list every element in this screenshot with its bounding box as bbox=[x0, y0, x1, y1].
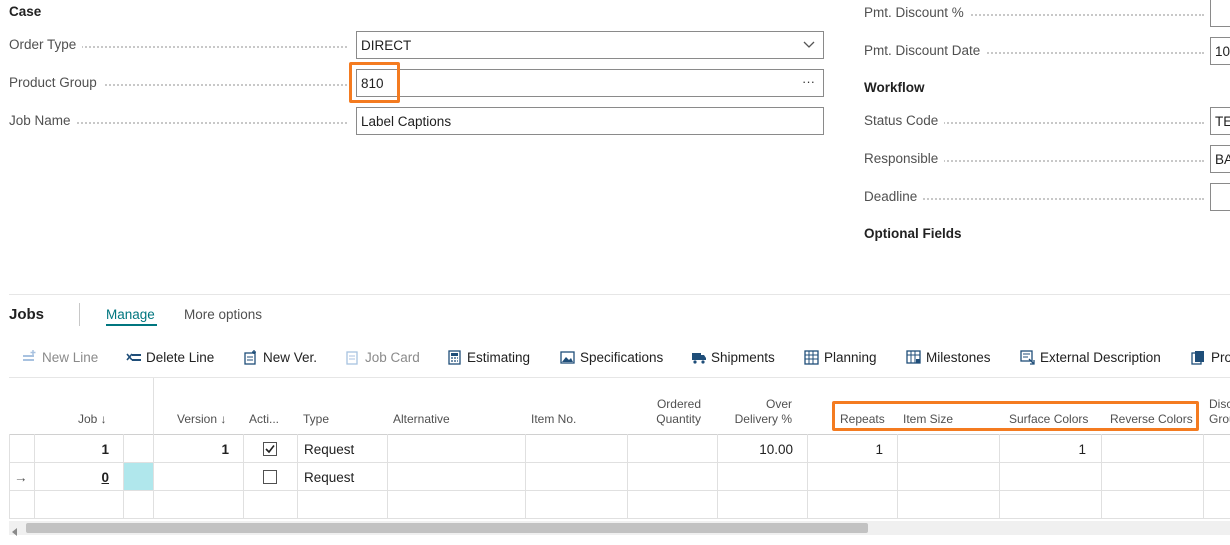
pmt-discount-date-input[interactable]: 10 bbox=[1210, 37, 1230, 65]
section-title-case: Case bbox=[9, 4, 42, 19]
job-name-value: Label Captions bbox=[361, 114, 452, 129]
estimating-button[interactable]: Estimating bbox=[447, 346, 530, 368]
scrollbar-thumb[interactable] bbox=[26, 523, 868, 533]
grid-col-line bbox=[387, 434, 388, 518]
pmt-discount-input[interactable] bbox=[1210, 0, 1230, 27]
column-header-ordered-quantity[interactable]: Ordered Quantity bbox=[656, 397, 701, 426]
cell-surface-colors[interactable]: 1 bbox=[999, 435, 1086, 463]
grid-col-line bbox=[297, 434, 298, 518]
grid-row-line-2 bbox=[9, 490, 1230, 491]
delete-line-button[interactable]: Delete Line bbox=[126, 346, 214, 368]
job-name-input[interactable]: Label Captions bbox=[356, 107, 824, 135]
delete-line-icon bbox=[126, 350, 141, 365]
new-line-button[interactable]: New Line bbox=[22, 346, 98, 368]
columns-highlight bbox=[832, 401, 1199, 431]
new-version-icon bbox=[243, 349, 258, 365]
pmt-discount-label: Pmt. Discount % bbox=[864, 5, 1209, 25]
order-type-value: DIRECT bbox=[361, 38, 412, 53]
grid-col-line bbox=[897, 434, 898, 518]
column-header-over-delivery[interactable]: Over Delivery % bbox=[730, 397, 792, 426]
row-arrow-icon: → bbox=[14, 469, 28, 485]
grid-col-line bbox=[1203, 434, 1204, 518]
column-header-type[interactable]: Type bbox=[303, 412, 329, 426]
cell-active-checkbox[interactable] bbox=[263, 463, 277, 491]
job-name-label: Job Name bbox=[9, 113, 349, 133]
section-title-workflow: Workflow bbox=[864, 80, 925, 95]
jobs-title-separator bbox=[79, 303, 80, 326]
section-divider bbox=[9, 294, 1230, 295]
grid-row-line-3 bbox=[9, 518, 1230, 519]
cell-job[interactable]: 1 bbox=[34, 435, 109, 463]
order-type-select[interactable]: DIRECT bbox=[356, 31, 824, 59]
tab-manage[interactable]: Manage bbox=[106, 307, 155, 322]
calculator-icon bbox=[447, 349, 462, 365]
toolbar-divider bbox=[9, 377, 1230, 378]
tab-more-options[interactable]: More options bbox=[184, 307, 262, 322]
milestones-button[interactable]: Milestones bbox=[906, 346, 991, 368]
external-description-icon bbox=[1020, 349, 1035, 365]
image-icon bbox=[560, 350, 575, 365]
cell-repeats[interactable]: 1 bbox=[807, 435, 883, 463]
new-version-button[interactable]: New Ver. bbox=[243, 346, 317, 368]
milestones-icon bbox=[906, 349, 921, 365]
responsible-label: Responsible bbox=[864, 151, 1209, 171]
column-header-job[interactable]: Job ↓ bbox=[78, 412, 107, 426]
column-header-version[interactable]: Version ↓ bbox=[177, 412, 226, 426]
grid-col-line bbox=[627, 434, 628, 518]
checkbox-checked-icon bbox=[263, 442, 277, 456]
product-group-input[interactable]: 810 ··· bbox=[356, 69, 824, 97]
scroll-left-icon[interactable] bbox=[12, 524, 18, 539]
horizontal-scrollbar[interactable] bbox=[9, 521, 1230, 536]
grid-col-line bbox=[1101, 434, 1102, 518]
planning-button[interactable]: Planning bbox=[804, 346, 877, 368]
cell-type[interactable]: Request bbox=[304, 435, 354, 463]
product-group-highlight bbox=[349, 62, 400, 103]
checkbox-unchecked-icon bbox=[263, 470, 277, 484]
cell-version[interactable]: 1 bbox=[153, 435, 229, 463]
new-line-icon bbox=[22, 349, 37, 365]
planning-icon bbox=[804, 349, 819, 365]
pro-button[interactable]: Pro bbox=[1191, 346, 1230, 368]
chevron-down-icon bbox=[803, 38, 815, 53]
product-group-label: Product Group bbox=[9, 75, 349, 95]
selected-cell[interactable] bbox=[124, 463, 153, 490]
copy-icon bbox=[1191, 350, 1206, 365]
job-card-button[interactable]: Job Card bbox=[345, 346, 420, 368]
cell-type[interactable]: Request bbox=[304, 463, 354, 491]
shipments-button[interactable]: Shipments bbox=[691, 346, 775, 368]
external-description-button[interactable]: External Description bbox=[1020, 346, 1161, 368]
cell-job[interactable]: 0 bbox=[34, 463, 109, 491]
status-code-label: Status Code bbox=[864, 113, 1209, 133]
column-header-item-no[interactable]: Item No. bbox=[531, 412, 576, 426]
column-header-disc[interactable]: Disc Grou bbox=[1209, 397, 1230, 426]
deadline-label: Deadline bbox=[864, 189, 1209, 209]
order-type-label: Order Type bbox=[9, 37, 349, 57]
grid-col-line bbox=[9, 434, 10, 518]
pmt-discount-date-label: Pmt. Discount Date bbox=[864, 43, 1209, 63]
ellipsis-lookup-icon[interactable]: ··· bbox=[802, 74, 815, 89]
cell-over-delivery[interactable]: 10.00 bbox=[717, 435, 793, 463]
deadline-input[interactable] bbox=[1210, 183, 1230, 211]
status-code-input[interactable]: TE bbox=[1210, 107, 1230, 135]
job-card-icon bbox=[345, 350, 360, 365]
jobs-title: Jobs bbox=[9, 306, 45, 323]
column-header-alternative[interactable]: Alternative bbox=[393, 412, 450, 426]
tab-manage-underline bbox=[106, 324, 157, 326]
section-title-optional-fields: Optional Fields bbox=[864, 226, 962, 241]
responsible-input[interactable]: BA bbox=[1210, 145, 1230, 173]
specifications-button[interactable]: Specifications bbox=[560, 346, 663, 368]
column-header-active[interactable]: Acti... bbox=[249, 412, 279, 426]
truck-icon bbox=[691, 350, 706, 365]
cell-active-checkbox[interactable] bbox=[263, 435, 277, 463]
grid-col-line bbox=[243, 434, 244, 518]
grid-col-line bbox=[525, 434, 526, 518]
